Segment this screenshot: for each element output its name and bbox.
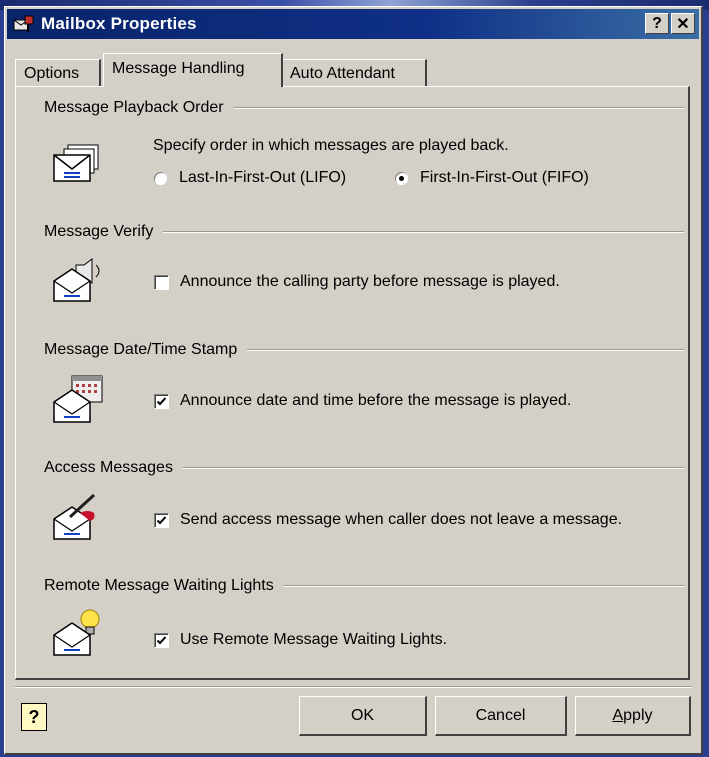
radio-selected-dot <box>399 175 404 181</box>
radio-fifo[interactable]: First-In-First-Out (FIFO) <box>395 169 589 187</box>
checkbox-date-time-box[interactable] <box>154 393 169 409</box>
group-title-access-messages: Access Messages <box>44 459 173 476</box>
help-button[interactable]: ? <box>21 703 47 731</box>
footer-divider <box>15 686 691 688</box>
group-title-message-verify: Message Verify <box>44 223 154 240</box>
checkmark-icon <box>156 515 167 524</box>
group-title-remote-lights: Remote Message Waiting Lights <box>44 577 274 594</box>
checkbox-access-messages-label: Send access message when caller does not… <box>180 511 623 528</box>
tab-message-handling[interactable]: Message Handling <box>103 53 283 87</box>
pen-envelope-icon <box>53 493 96 540</box>
cancel-button[interactable]: Cancel <box>435 696 567 736</box>
title-help-button[interactable]: ? <box>645 13 669 34</box>
checkbox-access-messages[interactable]: Send access message when caller does not… <box>154 511 622 529</box>
message-handling-panel: Message Playback Order Specify order in … <box>15 86 690 680</box>
playback-order-description: Specify order in which messages are play… <box>153 137 509 154</box>
radio-lifo[interactable]: Last-In-First-Out (LIFO) <box>154 169 346 187</box>
mailbox-app-icon <box>13 15 34 32</box>
group-access-messages: Access Messages <box>44 459 684 477</box>
group-divider <box>247 349 684 351</box>
lightbulb-envelope-icon <box>53 609 100 656</box>
close-button[interactable]: ✕ <box>671 13 695 34</box>
group-playback-order: Message Playback Order <box>44 99 684 117</box>
speaker-envelope-icon <box>53 258 100 302</box>
group-date-time-stamp: Message Date/Time Stamp <box>44 341 684 359</box>
apply-button[interactable]: Apply <box>575 696 691 736</box>
group-divider <box>182 467 684 469</box>
mailbox-properties-dialog: Mailbox Properties ? ✕ Options Message H… <box>4 6 703 755</box>
calendar-envelope-icon <box>53 375 103 423</box>
checkbox-verify-label: Announce the calling party before messag… <box>180 273 560 290</box>
checkbox-remote-lights[interactable]: Use Remote Message Waiting Lights. <box>154 631 447 649</box>
group-divider <box>163 231 684 233</box>
apply-label-rest: pply <box>623 706 653 724</box>
checkbox-remote-lights-box[interactable] <box>154 632 169 648</box>
ok-button[interactable]: OK <box>299 696 427 736</box>
tab-options[interactable]: Options <box>15 59 101 87</box>
apply-mnemonic: A <box>612 706 624 724</box>
group-title-playback-order: Message Playback Order <box>44 99 224 116</box>
checkmark-icon <box>156 635 167 644</box>
checkbox-remote-lights-label: Use Remote Message Waiting Lights. <box>180 631 448 648</box>
checkbox-verify[interactable]: Announce the calling party before messag… <box>154 273 560 291</box>
checkbox-date-time[interactable]: Announce date and time before the messag… <box>154 392 571 410</box>
group-divider <box>233 107 684 109</box>
checkbox-access-messages-box[interactable] <box>154 512 169 528</box>
radio-fifo-label: First-In-First-Out (FIFO) <box>420 169 589 186</box>
window-title: Mailbox Properties <box>41 14 197 33</box>
stacked-mail-envelope-icon <box>53 144 99 182</box>
group-message-verify: Message Verify <box>44 223 684 241</box>
checkmark-icon <box>156 396 167 405</box>
radio-lifo-indicator[interactable] <box>154 171 167 185</box>
group-divider <box>283 585 684 587</box>
group-remote-lights: Remote Message Waiting Lights <box>44 577 684 595</box>
radio-fifo-indicator[interactable] <box>395 171 408 185</box>
title-bar[interactable]: Mailbox Properties ? ✕ <box>7 9 699 39</box>
group-title-date-time-stamp: Message Date/Time Stamp <box>44 341 238 358</box>
radio-lifo-label: Last-In-First-Out (LIFO) <box>179 169 347 186</box>
tab-auto-attendant[interactable]: Auto Attendant <box>281 59 427 87</box>
checkbox-date-time-label: Announce date and time before the messag… <box>180 392 572 409</box>
checkbox-verify-box[interactable] <box>154 274 169 290</box>
